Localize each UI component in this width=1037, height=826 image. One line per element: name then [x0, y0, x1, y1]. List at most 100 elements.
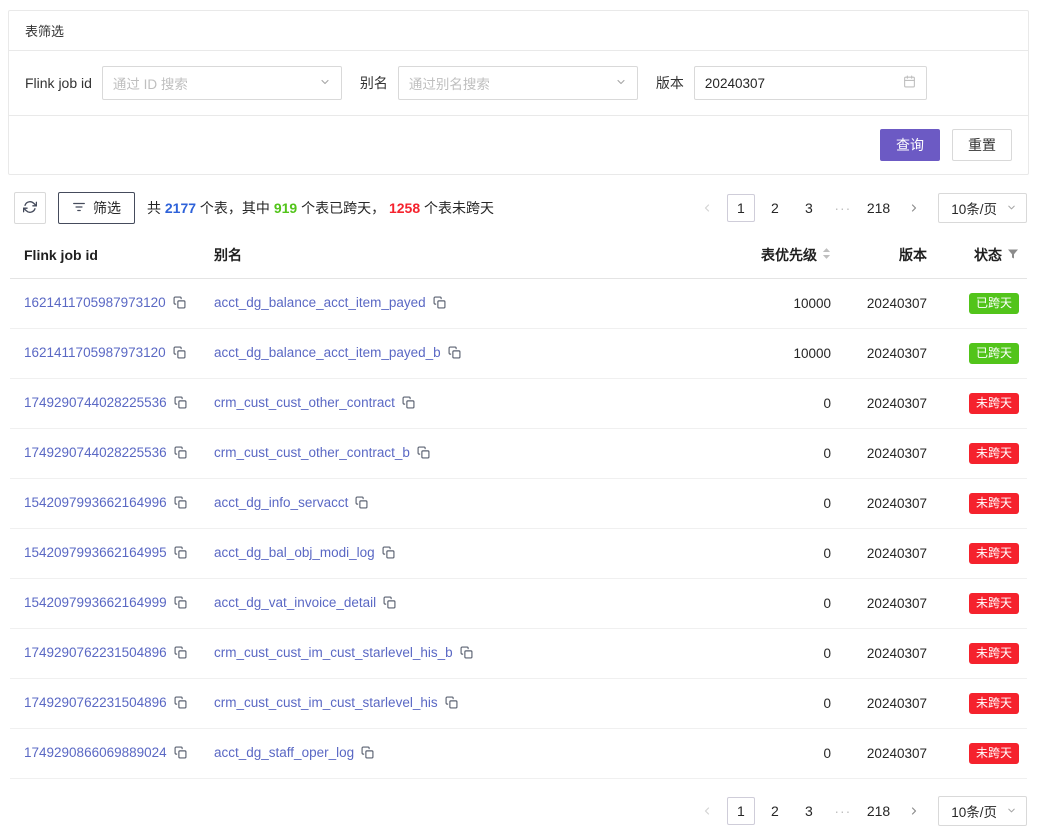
column-header-status[interactable]: 状态	[935, 232, 1027, 279]
pagination-ellipsis: ···	[829, 194, 857, 222]
pagination-page-3[interactable]: 3	[795, 797, 823, 825]
priority-cell: 0	[719, 679, 839, 729]
copy-icon[interactable]	[174, 696, 187, 712]
alias-link[interactable]: crm_cust_cust_other_contract_b	[214, 445, 410, 460]
reset-button[interactable]: 重置	[952, 129, 1012, 161]
table-row: 1749290744028225536 crm_cust_cust_other_c…	[10, 429, 1027, 479]
page-size-select-top[interactable]: 10条/页	[938, 193, 1027, 223]
query-button[interactable]: 查询	[880, 129, 940, 161]
copy-icon[interactable]	[174, 446, 187, 462]
copy-icon[interactable]	[174, 396, 187, 412]
pagination-page-1[interactable]: 1	[727, 797, 755, 825]
summary-text: 共 2177 个表，其中 919 个表已跨天， 1258 个表未跨天	[147, 198, 494, 218]
job-id-link[interactable]: 1749290762231504896	[24, 645, 167, 660]
copy-icon[interactable]	[361, 746, 374, 762]
copy-icon[interactable]	[433, 296, 446, 312]
job-id-select[interactable]: 通过 ID 搜索	[102, 66, 342, 100]
job-id-link[interactable]: 1621411705987973120	[24, 345, 166, 360]
pagination-page-218[interactable]: 218	[863, 194, 894, 222]
pagination-page-218[interactable]: 218	[863, 797, 894, 825]
pagination-page-2[interactable]: 2	[761, 797, 789, 825]
table-header-row: Flink job id 别名 表优先级 版本 状态	[10, 232, 1027, 279]
copy-icon[interactable]	[174, 646, 187, 662]
pagination-next-icon[interactable]	[900, 797, 928, 825]
pagination-bottom-zone: 123···218 10条/页	[10, 796, 1027, 826]
filter-card-title: 表筛选	[9, 11, 1028, 51]
filter-funnel-icon[interactable]	[1007, 247, 1019, 263]
copy-icon[interactable]	[174, 496, 187, 512]
copy-icon[interactable]	[382, 546, 395, 562]
pagination-page-1[interactable]: 1	[727, 194, 755, 222]
priority-cell: 0	[719, 479, 839, 529]
pagination-page-2[interactable]: 2	[761, 194, 789, 222]
copy-icon[interactable]	[417, 446, 430, 462]
job-id-link[interactable]: 1749290744028225536	[24, 395, 167, 410]
table-row: 1542097993662164999 acct_dg_vat_invoice_d…	[10, 579, 1027, 629]
page-size-select-bottom[interactable]: 10条/页	[938, 796, 1027, 826]
job-id-link[interactable]: 1542097993662164999	[24, 595, 167, 610]
table-row: 1749290762231504896 crm_cust_cust_im_cust…	[10, 629, 1027, 679]
job-id-link[interactable]: 1749290744028225536	[24, 445, 167, 460]
job-id-link[interactable]: 1621411705987973120	[24, 295, 166, 310]
refresh-button[interactable]	[14, 192, 46, 224]
status-badge: 未跨天	[969, 743, 1019, 764]
copy-icon[interactable]	[383, 596, 396, 612]
filter-button-label: 筛选	[93, 198, 121, 218]
table-body: 1621411705987973120 acct_dg_balance_acct_…	[10, 279, 1027, 779]
priority-cell: 0	[719, 729, 839, 779]
pagination-ellipsis: ···	[829, 797, 857, 825]
pagination-prev-icon[interactable]	[693, 797, 721, 825]
table-row: 1542097993662164996 acct_dg_info_servacct…	[10, 479, 1027, 529]
version-cell: 20240307	[839, 579, 935, 629]
priority-cell: 10000	[719, 329, 839, 379]
column-header-version: 版本	[839, 232, 935, 279]
filter-fields-row: Flink job id 通过 ID 搜索 别名 通过别名搜索 版本 20240…	[9, 51, 1028, 116]
alias-link[interactable]: crm_cust_cust_other_contract	[214, 395, 395, 410]
copy-icon[interactable]	[174, 746, 187, 762]
chevron-down-icon	[319, 75, 331, 91]
version-cell: 20240307	[839, 279, 935, 329]
copy-icon[interactable]	[174, 596, 187, 612]
version-date-input[interactable]: 20240307	[694, 66, 927, 100]
alias-placeholder: 通过别名搜索	[409, 73, 490, 93]
alias-link[interactable]: acct_dg_vat_invoice_detail	[214, 595, 376, 610]
alias-link[interactable]: crm_cust_cust_im_cust_starlevel_his_b	[214, 645, 453, 660]
crossed-count: 919	[274, 200, 297, 216]
status-badge: 未跨天	[969, 693, 1019, 714]
copy-icon[interactable]	[173, 296, 186, 312]
version-cell: 20240307	[839, 679, 935, 729]
copy-icon[interactable]	[355, 496, 368, 512]
copy-icon[interactable]	[173, 346, 186, 362]
alias-link[interactable]: acct_dg_bal_obj_modi_log	[214, 545, 375, 560]
pagination-page-3[interactable]: 3	[795, 194, 823, 222]
copy-icon[interactable]	[445, 696, 458, 712]
alias-link[interactable]: crm_cust_cust_im_cust_starlevel_his	[214, 695, 438, 710]
column-header-job-id: Flink job id	[10, 232, 206, 279]
column-header-priority[interactable]: 表优先级	[719, 232, 839, 279]
alias-link[interactable]: acct_dg_staff_oper_log	[214, 745, 354, 760]
chevron-down-icon	[615, 75, 627, 91]
copy-icon[interactable]	[448, 346, 461, 362]
alias-link[interactable]: acct_dg_info_servacct	[214, 495, 348, 510]
alias-select[interactable]: 通过别名搜索	[398, 66, 638, 100]
filter-button[interactable]: 筛选	[58, 192, 135, 224]
priority-cell: 10000	[719, 279, 839, 329]
job-id-link[interactable]: 1749290866069889024	[24, 745, 167, 760]
table-row: 1621411705987973120 acct_dg_balance_acct_…	[10, 329, 1027, 379]
not-crossed-count: 1258	[389, 200, 420, 216]
status-badge: 未跨天	[969, 393, 1019, 414]
copy-icon[interactable]	[460, 646, 473, 662]
column-header-alias: 别名	[206, 232, 719, 279]
pagination-next-icon[interactable]	[900, 194, 928, 222]
pagination-prev-icon[interactable]	[693, 194, 721, 222]
copy-icon[interactable]	[174, 546, 187, 562]
status-badge: 已跨天	[969, 343, 1019, 364]
job-id-link[interactable]: 1542097993662164996	[24, 495, 167, 510]
job-id-link[interactable]: 1749290762231504896	[24, 695, 167, 710]
sort-icon[interactable]	[822, 247, 831, 263]
job-id-link[interactable]: 1542097993662164995	[24, 545, 167, 560]
alias-link[interactable]: acct_dg_balance_acct_item_payed	[214, 295, 426, 310]
copy-icon[interactable]	[402, 396, 415, 412]
alias-link[interactable]: acct_dg_balance_acct_item_payed_b	[214, 345, 441, 360]
version-cell: 20240307	[839, 329, 935, 379]
